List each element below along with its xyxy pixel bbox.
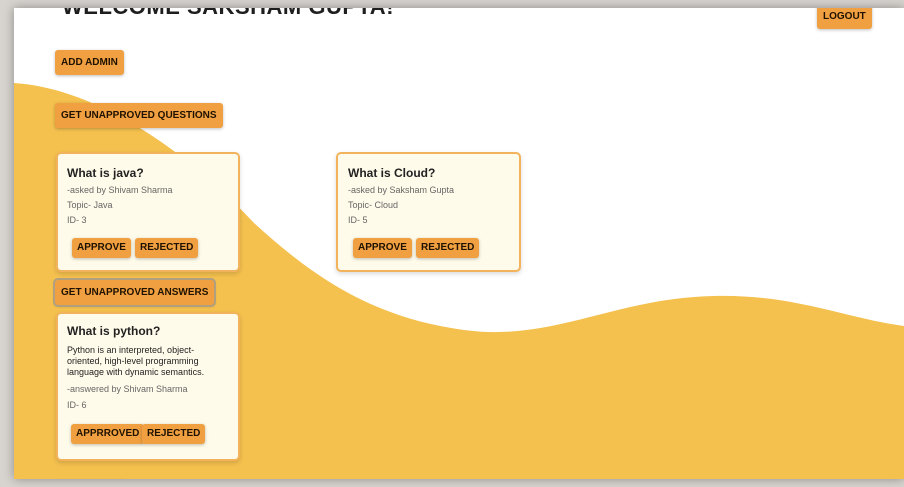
get-unapproved-questions-button[interactable]: GET UNAPPROVED QUESTIONS	[55, 103, 223, 128]
answered-by-text: -answered by Shivam Sharma	[67, 384, 188, 394]
reject-button[interactable]: REJECTED	[135, 238, 199, 258]
reject-button[interactable]: REJECTED	[142, 424, 206, 444]
asked-by-text: -asked by Saksham Gupta	[348, 185, 455, 195]
answer-body-line: Python is an interpreted, object-	[67, 345, 195, 355]
id-text: ID- 6	[67, 400, 87, 410]
reject-button[interactable]: REJECTED	[416, 238, 480, 258]
question-title: What is java?	[67, 166, 144, 180]
answer-body-line: language with dynamic semantics.	[67, 367, 205, 377]
app-viewport: WELCOME SAKSHAM GUPTA! LOGOUT ADD ADMIN …	[14, 8, 904, 479]
question-card: What is Cloud? -asked by Saksham Gupta T…	[336, 152, 521, 272]
approve-button[interactable]: APPRROVED	[71, 424, 145, 444]
get-unapproved-answers-button[interactable]: GET UNAPPROVED ANSWERS	[52, 278, 217, 307]
welcome-heading: WELCOME SAKSHAM GUPTA!	[62, 8, 394, 20]
approve-button[interactable]: APPROVE	[353, 238, 412, 258]
answer-card: What is python? Python is an interpreted…	[56, 312, 240, 461]
id-text: ID- 3	[67, 215, 87, 225]
question-card: What is java? -asked by Shivam Sharma To…	[56, 152, 240, 272]
add-admin-button[interactable]: ADD ADMIN	[55, 50, 124, 75]
topic-text: Topic- Cloud	[348, 200, 399, 210]
question-title: What is Cloud?	[348, 166, 436, 180]
approve-button[interactable]: APPROVE	[72, 238, 131, 258]
topic-text: Topic- Java	[67, 200, 113, 210]
id-text: ID- 5	[348, 215, 368, 225]
asked-by-text: -asked by Shivam Sharma	[67, 185, 173, 195]
answer-title: What is python?	[67, 324, 161, 338]
logout-button[interactable]: LOGOUT	[817, 8, 872, 29]
answer-body-line: oriented, high-level programming	[67, 356, 199, 366]
